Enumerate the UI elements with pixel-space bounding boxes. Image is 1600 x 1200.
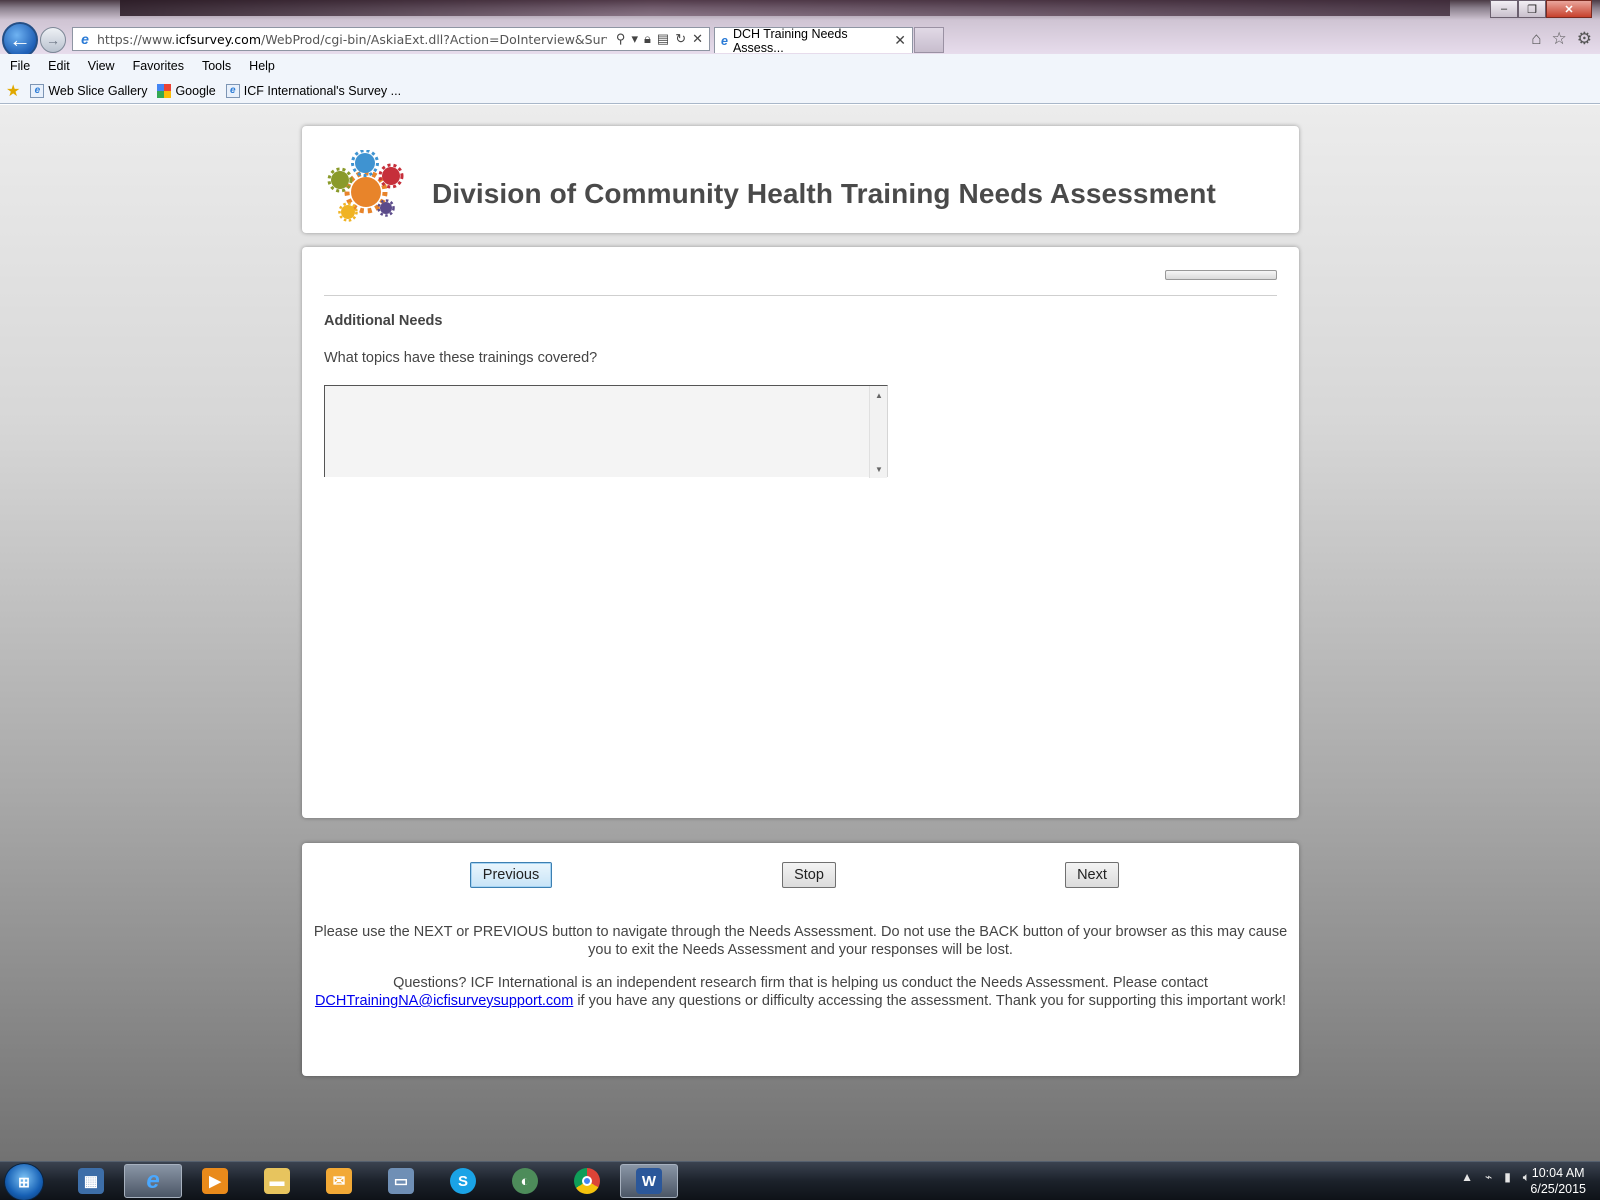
favorites-star-icon[interactable]: ☆ bbox=[1552, 29, 1567, 49]
arrow-right-icon: → bbox=[46, 32, 60, 48]
taskbar-chrome[interactable] bbox=[558, 1164, 616, 1198]
browser-toolbar-icons: ⌂ ☆ ⚙ bbox=[1531, 29, 1592, 49]
explorer-icon: ▦ bbox=[78, 1168, 104, 1194]
contact-text-after: if you have any questions or difficulty … bbox=[577, 993, 1287, 1009]
back-button[interactable]: ← bbox=[2, 22, 38, 58]
taskbar-windows-explorer-app[interactable]: ▦ bbox=[62, 1164, 120, 1198]
menu-edit[interactable]: Edit bbox=[48, 59, 70, 73]
refresh-icon[interactable]: ↻ bbox=[675, 31, 686, 47]
windows-logo-icon: ⊞ bbox=[18, 1173, 30, 1190]
answer-textarea[interactable] bbox=[325, 386, 869, 478]
taskbar-globe-app[interactable]: ◐ bbox=[496, 1164, 554, 1198]
network-signal-icon[interactable]: ▮ bbox=[1504, 1170, 1511, 1185]
clock-date: 6/25/2015 bbox=[1530, 1182, 1586, 1196]
lock-icon[interactable]: 🔒︎ bbox=[644, 31, 651, 47]
menu-bar: File Edit View Favorites Tools Help bbox=[0, 54, 1600, 78]
folder-icon: ▬ bbox=[264, 1168, 290, 1194]
address-bar-icons: ⚲ ▾ 🔒︎ ▤ ↻ ✕ bbox=[616, 31, 709, 47]
dropdown-icon[interactable]: ▾ bbox=[631, 31, 638, 47]
menu-view[interactable]: View bbox=[88, 59, 115, 73]
ie-tab-icon: e bbox=[721, 33, 728, 48]
window-controls: ‒ ❐ ✕ bbox=[1490, 0, 1592, 18]
navigation-instructions: Please use the NEXT or PREVIOUS button t… bbox=[313, 924, 1288, 958]
globe-icon: ◐ bbox=[512, 1168, 538, 1194]
divider bbox=[324, 295, 1277, 296]
menu-file[interactable]: File bbox=[10, 59, 30, 73]
menu-favorites[interactable]: Favorites bbox=[133, 59, 184, 73]
navigation-panel: Previous Stop Next Please use the NEXT o… bbox=[302, 843, 1299, 1076]
home-icon[interactable]: ⌂ bbox=[1531, 29, 1541, 49]
contact-text-before: Questions? ICF International is an indep… bbox=[393, 975, 1208, 991]
tab-close-icon[interactable]: ✕ bbox=[894, 32, 906, 49]
taskbar-word[interactable]: W bbox=[620, 1164, 678, 1198]
close-window-button[interactable]: ✕ bbox=[1546, 0, 1592, 18]
textarea-scrollbar[interactable]: ▲ ▼ bbox=[869, 386, 887, 478]
media-player-icon: ▶ bbox=[202, 1168, 228, 1194]
favorite-google[interactable]: Google bbox=[157, 83, 216, 98]
favorite-web-slice-gallery[interactable]: e Web Slice Gallery bbox=[30, 83, 147, 98]
ie-page-icon: e bbox=[81, 31, 89, 47]
progress-bar bbox=[1165, 270, 1277, 280]
ie-page-icon: e bbox=[30, 83, 45, 98]
taskbar-media-player[interactable]: ▶ bbox=[186, 1164, 244, 1198]
menu-tools[interactable]: Tools bbox=[202, 59, 231, 73]
google-icon bbox=[157, 83, 172, 98]
answer-box: ▲ ▼ bbox=[324, 385, 888, 478]
word-icon: W bbox=[636, 1168, 662, 1194]
skype-icon: S bbox=[450, 1168, 476, 1194]
power-plug-icon[interactable]: ⌁ bbox=[1485, 1170, 1492, 1185]
contact-paragraph: Questions? ICF International is an indep… bbox=[308, 974, 1293, 1010]
stop-icon[interactable]: ✕ bbox=[692, 31, 703, 47]
address-bar[interactable]: e https://www.icfsurvey.com/WebProd/cgi-… bbox=[72, 27, 710, 51]
gear-icon[interactable]: ⚙ bbox=[1577, 29, 1592, 49]
header-panel: Division of Community Health Training Ne… bbox=[302, 126, 1299, 233]
favorite-icf-survey[interactable]: e ICF International's Survey ... bbox=[225, 83, 401, 98]
restore-button[interactable]: ❐ bbox=[1518, 0, 1546, 18]
taskbar-items: ▦ e ▶ ▬ ✉ ▭ S ◐ W bbox=[62, 1164, 678, 1198]
minimize-button[interactable]: ‒ bbox=[1490, 0, 1518, 18]
browser-tab-active[interactable]: e DCH Training Needs Assess... ✕ bbox=[714, 26, 913, 55]
scroll-up-arrow-icon[interactable]: ▲ bbox=[870, 388, 888, 402]
favorites-star-icon[interactable]: ★ bbox=[6, 81, 20, 101]
search-icon[interactable]: ⚲ bbox=[616, 31, 626, 47]
tab-title: DCH Training Needs Assess... bbox=[732, 26, 848, 55]
section-title: Additional Needs bbox=[324, 313, 443, 329]
page-title: Division of Community Health Training Ne… bbox=[432, 178, 1216, 209]
question-panel: Additional Needs What topics have these … bbox=[302, 247, 1299, 818]
start-button[interactable]: ⊞ bbox=[4, 1163, 44, 1200]
favorites-bar: ★ e Web Slice Gallery Google e ICF Inter… bbox=[0, 78, 1600, 104]
monitor-icon: ▭ bbox=[388, 1168, 414, 1194]
menu-help[interactable]: Help bbox=[249, 59, 275, 73]
compat-view-icon[interactable]: ▤ bbox=[657, 31, 669, 47]
ie-page-icon: e bbox=[225, 83, 240, 98]
windows-taskbar: ⊞ ▦ e ▶ ▬ ✉ ▭ S ◐ W ▲ ⌁ ▮ 🔈︎ 10:04 AM 6/… bbox=[0, 1161, 1600, 1200]
scroll-down-arrow-icon[interactable]: ▼ bbox=[870, 462, 888, 476]
volume-icon[interactable]: 🔈︎ bbox=[1523, 1170, 1530, 1185]
chrome-icon bbox=[574, 1168, 600, 1194]
arrow-left-icon: ← bbox=[9, 27, 31, 52]
question-text: What topics have these trainings covered… bbox=[324, 350, 598, 366]
taskbar-internet-explorer[interactable]: e bbox=[124, 1164, 182, 1198]
taskbar-file-explorer[interactable]: ▬ bbox=[248, 1164, 306, 1198]
next-button[interactable]: Next bbox=[1065, 862, 1119, 888]
taskbar-skype[interactable]: S bbox=[434, 1164, 492, 1198]
taskbar-remote-desktop[interactable]: ▭ bbox=[372, 1164, 430, 1198]
tray-expand-icon[interactable]: ▲ bbox=[1461, 1170, 1473, 1185]
page-viewport: Division of Community Health Training Ne… bbox=[0, 105, 1600, 1161]
forward-button[interactable]: → bbox=[40, 27, 66, 53]
stop-button[interactable]: Stop bbox=[782, 862, 836, 888]
clock-time: 10:04 AM bbox=[1531, 1166, 1585, 1180]
taskbar-clock[interactable]: 10:04 AM 6/25/2015 bbox=[1530, 1165, 1586, 1197]
new-tab-button[interactable] bbox=[914, 27, 944, 53]
previous-button[interactable]: Previous bbox=[470, 862, 552, 888]
address-url[interactable]: https://www.icfsurvey.com/WebProd/cgi-bi… bbox=[97, 32, 607, 47]
titlebar-strip bbox=[120, 0, 1450, 16]
taskbar-outlook[interactable]: ✉ bbox=[310, 1164, 368, 1198]
system-tray: ▲ ⌁ ▮ 🔈︎ bbox=[1461, 1170, 1530, 1185]
contact-email-link[interactable]: DCHTrainingNA@icfisurveysupport.com bbox=[315, 993, 573, 1009]
outlook-icon: ✉ bbox=[326, 1168, 352, 1194]
browser-titlebar: ‒ ❐ ✕ ← → e https://www.icfsurvey.com/We… bbox=[0, 0, 1600, 58]
gears-logo-icon bbox=[327, 150, 404, 222]
internet-explorer-icon: e bbox=[146, 1167, 160, 1194]
